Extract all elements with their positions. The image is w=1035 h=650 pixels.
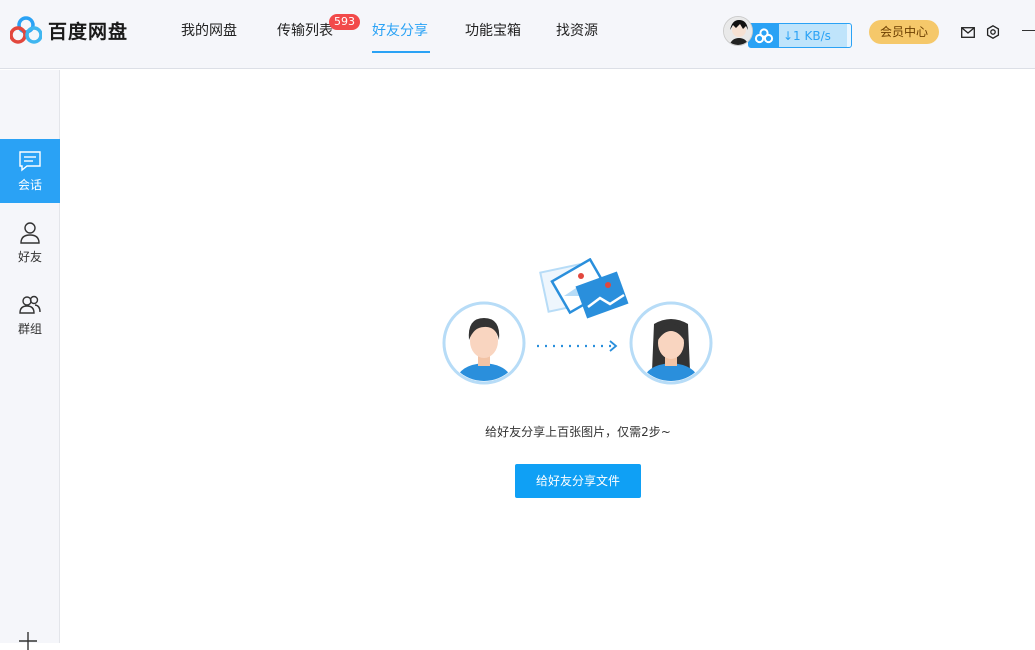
add-icon[interactable] [18,630,38,650]
tab-transfer-list[interactable]: 传输列表 [277,22,333,40]
tab-friend-share[interactable]: 好友分享 [372,22,428,40]
male-avatar-icon [442,301,526,385]
active-tab-indicator [372,51,430,53]
arrow-icon [537,340,618,352]
chat-icon [19,150,41,171]
sidebar: 会话 好友 群组 [0,70,60,650]
share-illustration [442,258,713,385]
minimize-icon[interactable] [1022,30,1035,31]
sidebar-item-label: 群组 [17,321,42,336]
transfer-count-badge: 593 [329,14,360,30]
cloud-icon [749,24,779,47]
sidebar-item-conversations[interactable]: 会话 [0,139,60,203]
group-icon [19,295,41,314]
baidu-netdisk-logo-icon [10,16,42,44]
top-bar: 百度网盘 我的网盘 传输列表 593 好友分享 功能宝箱 找资源 ↓1 KB/s… [0,0,1035,69]
female-avatar-icon [629,301,713,385]
share-hint-text: 给好友分享上百张图片，仅需2步~ [485,425,671,439]
person-icon [20,221,40,244]
app-title: 百度网盘 [48,20,129,43]
photos-icon [539,258,629,319]
sidebar-item-groups[interactable]: 群组 [0,283,60,347]
tab-my-netdisk[interactable]: 我的网盘 [181,22,237,40]
app-logo[interactable]: 百度网盘 [10,16,128,44]
settings-icon[interactable] [984,23,1002,41]
download-speed: ↓1 KB/s [783,28,831,43]
vip-center-button[interactable]: 会员中心 [869,20,939,44]
sidebar-item-label: 好友 [17,249,42,264]
speed-indicator[interactable]: ↓1 KB/s [748,23,852,48]
tab-toolbox[interactable]: 功能宝箱 [465,22,521,40]
sidebar-item-friends[interactable]: 好友 [0,211,60,275]
sidebar-item-label: 会话 [17,177,42,192]
mail-icon[interactable] [959,23,977,41]
share-files-button[interactable]: 给好友分享文件 [515,464,641,498]
user-avatar[interactable] [723,16,753,46]
tab-find-resources[interactable]: 找资源 [556,22,598,40]
